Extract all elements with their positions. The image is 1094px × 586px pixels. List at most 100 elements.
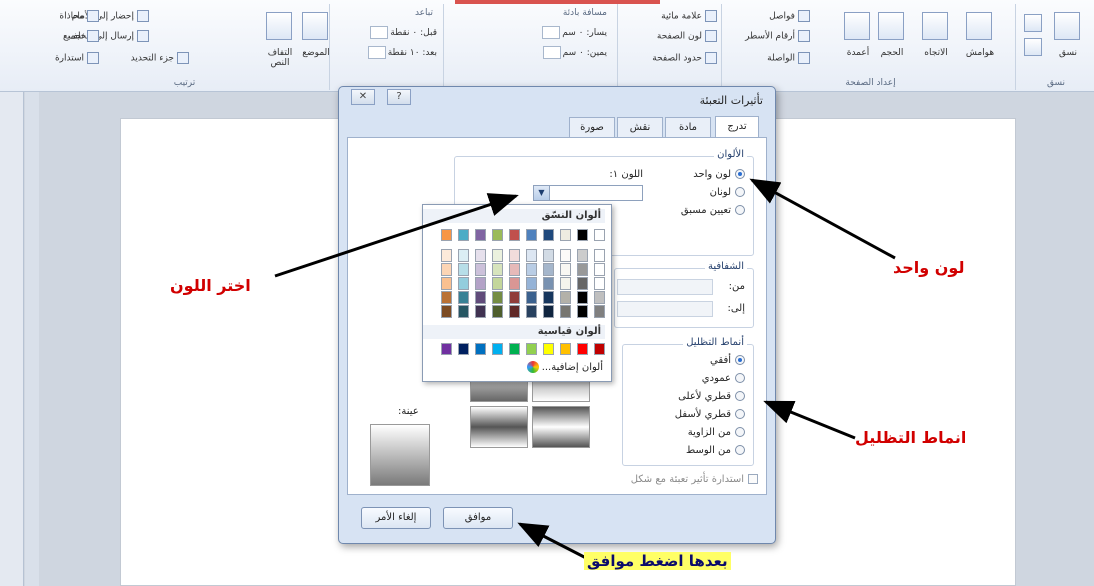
color-swatch[interactable] <box>577 343 588 355</box>
radio-diagonal-up[interactable]: قطري لأعلى <box>678 391 745 402</box>
color-swatch[interactable] <box>492 277 503 290</box>
size-icon[interactable] <box>878 12 904 40</box>
close-button[interactable]: ✕ <box>351 89 375 105</box>
selection-pane-button[interactable]: جزء التحديد <box>131 52 189 64</box>
color-swatch[interactable] <box>560 263 571 276</box>
margins-icon[interactable] <box>966 12 992 40</box>
radio-diagonal-down[interactable]: قطري لأسفل <box>675 409 745 420</box>
color-swatch[interactable] <box>577 277 588 290</box>
tab-gradient[interactable]: تدرج <box>715 116 759 138</box>
orientation-icon[interactable] <box>922 12 948 40</box>
color-swatch[interactable] <box>475 229 486 241</box>
color-swatch[interactable] <box>560 249 571 262</box>
color-swatch[interactable] <box>458 277 469 290</box>
group-button[interactable]: تجميع <box>63 30 99 42</box>
color-swatch[interactable] <box>458 305 469 318</box>
color-swatch[interactable] <box>526 277 537 290</box>
transparency-from-slider[interactable] <box>617 279 713 295</box>
indent-left-field[interactable]: يسار: ٠ سم <box>540 26 607 39</box>
color-swatch[interactable] <box>543 263 554 276</box>
wrap-text-icon[interactable] <box>266 12 292 40</box>
theme-colors-icon[interactable] <box>1024 14 1042 32</box>
radio-preset[interactable]: تعيين مسبق <box>681 205 745 216</box>
spacing-after-field[interactable]: بعد: ١٠ نقطة <box>366 46 437 59</box>
color-swatch[interactable] <box>441 229 452 241</box>
color-swatch[interactable] <box>594 249 605 262</box>
breaks-button[interactable]: فواصل <box>769 10 810 22</box>
color-swatch[interactable] <box>492 249 503 262</box>
color-swatch[interactable] <box>492 305 503 318</box>
color-swatch[interactable] <box>441 343 452 355</box>
rotate-button[interactable]: استدارة <box>55 52 99 64</box>
color-swatch[interactable] <box>475 249 486 262</box>
hyphenation-button[interactable]: الواصلة <box>767 52 810 64</box>
color-swatch[interactable] <box>509 229 520 241</box>
color-swatch[interactable] <box>441 263 452 276</box>
color-swatch[interactable] <box>509 263 520 276</box>
color-swatch[interactable] <box>560 291 571 304</box>
color-swatch[interactable] <box>543 229 554 241</box>
color-swatch[interactable] <box>526 343 537 355</box>
color-swatch[interactable] <box>526 229 537 241</box>
indent-right-field[interactable]: يمين: ٠ سم <box>541 46 607 59</box>
color-swatch[interactable] <box>441 277 452 290</box>
color-swatch[interactable] <box>543 277 554 290</box>
color-swatch[interactable] <box>509 305 520 318</box>
color-swatch[interactable] <box>441 249 452 262</box>
theme-effects-icon[interactable] <box>1024 38 1042 56</box>
watermark-button[interactable]: علامة مائية <box>661 10 717 22</box>
columns-icon[interactable] <box>844 12 870 40</box>
color-swatch[interactable] <box>475 277 486 290</box>
color-swatch[interactable] <box>543 291 554 304</box>
color-swatch[interactable] <box>441 305 452 318</box>
color-swatch[interactable] <box>577 229 588 241</box>
transparency-to-slider[interactable] <box>617 301 713 317</box>
radio-from-center[interactable]: من الوسط <box>686 445 745 456</box>
color-swatch[interactable] <box>526 305 537 318</box>
color-swatch[interactable] <box>560 305 571 318</box>
color-swatch[interactable] <box>594 305 605 318</box>
position-icon[interactable] <box>302 12 328 40</box>
color-swatch[interactable] <box>458 229 469 241</box>
radio-horizontal[interactable]: أفقي <box>710 355 745 366</box>
radio-vertical[interactable]: عمودي <box>702 373 745 384</box>
color-swatch[interactable] <box>509 249 520 262</box>
color-swatch[interactable] <box>560 277 571 290</box>
color-swatch[interactable] <box>492 263 503 276</box>
color-swatch[interactable] <box>594 291 605 304</box>
tab-pattern[interactable]: نقش <box>617 117 663 137</box>
color-swatch[interactable] <box>509 277 520 290</box>
vertical-scrollbar[interactable] <box>25 92 39 586</box>
color-swatch[interactable] <box>594 263 605 276</box>
color-swatch[interactable] <box>560 229 571 241</box>
more-colors-link[interactable]: ألوان إضافية... <box>526 361 603 373</box>
color-swatch[interactable] <box>475 291 486 304</box>
color-swatch[interactable] <box>526 263 537 276</box>
radio-one-color[interactable]: لون واحد <box>693 169 745 180</box>
color-swatch[interactable] <box>509 343 520 355</box>
color-swatch[interactable] <box>475 305 486 318</box>
color-swatch[interactable] <box>475 343 486 355</box>
color-swatch[interactable] <box>458 249 469 262</box>
color-swatch[interactable] <box>577 291 588 304</box>
color-swatch[interactable] <box>543 249 554 262</box>
color-swatch[interactable] <box>475 263 486 276</box>
color-swatch[interactable] <box>526 249 537 262</box>
color-swatch[interactable] <box>560 343 571 355</box>
page-borders-button[interactable]: حدود الصفحة <box>652 52 717 64</box>
color-swatch[interactable] <box>543 305 554 318</box>
themes-icon[interactable] <box>1054 12 1080 40</box>
tab-texture[interactable]: مادة <box>665 117 711 137</box>
variant-swatch[interactable] <box>532 406 590 448</box>
spacing-before-field[interactable]: قبل: ٠ نقطة <box>368 26 437 39</box>
cancel-button[interactable]: إلغاء الأمر <box>361 507 431 529</box>
color-swatch[interactable] <box>458 291 469 304</box>
page-color-button[interactable]: لون الصفحة <box>657 30 717 42</box>
color-swatch[interactable] <box>492 291 503 304</box>
color-swatch[interactable] <box>526 291 537 304</box>
line-numbers-button[interactable]: أرقام الأسطر <box>745 30 810 42</box>
radio-from-corner[interactable]: من الزاوية <box>688 427 745 438</box>
rotate-with-shape-checkbox[interactable]: استدارة تأثير تعبئة مع شكل <box>631 474 758 485</box>
radio-two-colors[interactable]: لونان <box>710 187 745 198</box>
color-swatch[interactable] <box>509 291 520 304</box>
